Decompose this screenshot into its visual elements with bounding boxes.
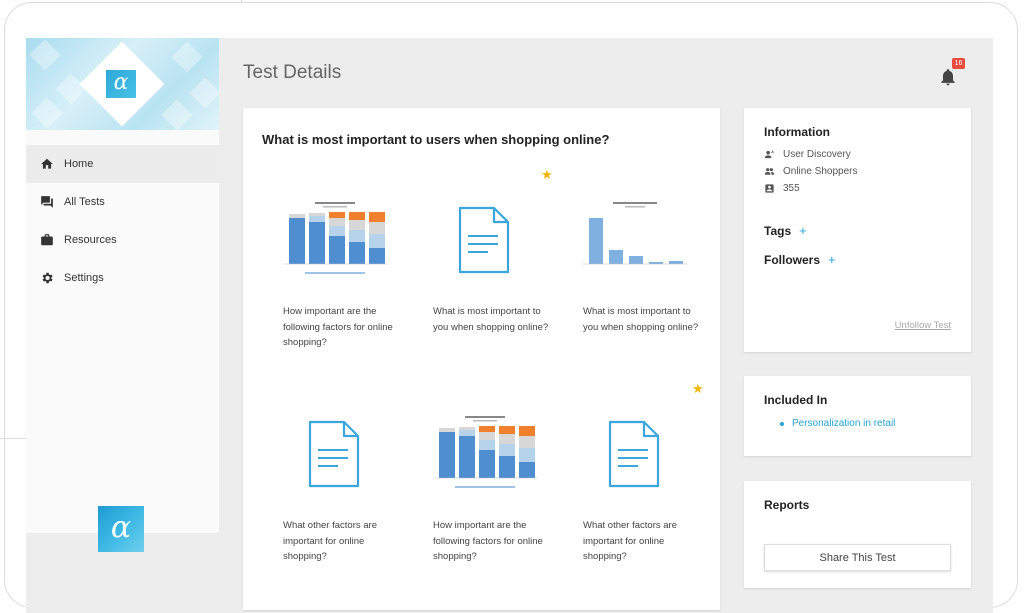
tags-label: Tags (764, 223, 792, 238)
add-follower-icon[interactable]: + (828, 252, 836, 267)
briefcase-icon (41, 234, 53, 246)
document-icon (308, 420, 360, 488)
sidebar-item-label: All Tests (64, 196, 105, 208)
result-tile[interactable]: What other factors are important for onl… (269, 406, 399, 565)
gear-icon (42, 272, 53, 284)
document-icon (458, 206, 510, 274)
sidebar-item-all-tests[interactable]: All Tests (26, 183, 219, 221)
followers-row: Followers + (764, 252, 858, 267)
sidebar-item-label: Settings (64, 272, 104, 284)
sidebar-item-label: Resources (64, 234, 117, 246)
info-row-test-type: User Discovery (764, 146, 858, 163)
app-logo: α (98, 506, 144, 552)
sidebar-item-label: Home (64, 158, 94, 170)
tags-row: Tags + (764, 223, 858, 238)
tile-caption: What is most important to you when shopp… (433, 306, 549, 333)
collection-link[interactable]: Personalization in retail (792, 418, 895, 429)
add-tag-icon[interactable]: + (799, 223, 807, 238)
megaphone-user-icon (764, 150, 774, 159)
bullet-icon (780, 421, 784, 426)
stacked-bar-chart-thumbnail (419, 406, 549, 502)
tile-caption: What other factors are important for onl… (583, 520, 677, 562)
people-icon (764, 168, 775, 175)
app-screen: α Home All Tests Resources Settings α Te… (26, 38, 993, 613)
included-in-panel: Included In Personalization in retail (744, 376, 971, 456)
panel-title: Information (764, 125, 830, 139)
divider (0, 438, 26, 439)
share-test-button[interactable]: Share This Test (764, 544, 951, 571)
sidebar-item-settings[interactable]: Settings (26, 259, 219, 297)
star-icon[interactable]: ★ (541, 168, 553, 181)
notification-badge: 16 (952, 58, 965, 69)
panel-title: Included In (764, 393, 828, 407)
tile-caption: How important are the following factors … (283, 306, 393, 348)
result-tile[interactable]: What other factors are important for onl… (569, 406, 699, 565)
divider (241, 0, 242, 3)
info-row-audience: Online Shoppers (764, 163, 858, 180)
result-tile[interactable]: What is most important to you when shopp… (419, 192, 549, 335)
information-panel: Information User Discovery Online Shoppe… (744, 108, 971, 352)
id-badge-icon (765, 184, 774, 193)
sidebar-item-resources[interactable]: Resources (26, 221, 219, 259)
tile-caption: What is most important to you when shopp… (583, 306, 699, 333)
bell-icon[interactable] (938, 66, 958, 88)
unfollow-test-link[interactable]: Unfollow Test (895, 320, 951, 331)
bar-chart-thumbnail (569, 192, 699, 288)
home-icon (41, 158, 53, 169)
result-tile[interactable]: How important are the following factors … (269, 192, 399, 351)
chat-icon (41, 196, 53, 208)
sidebar-nav: Home All Tests Resources Settings (26, 145, 219, 297)
main-card: What is most important to users when sho… (243, 108, 720, 610)
reports-panel: Reports Share This Test (744, 481, 971, 588)
star-icon[interactable]: ★ (692, 382, 704, 395)
page-title: Test Details (243, 62, 342, 83)
panel-title: Reports (764, 498, 810, 512)
card-question-title: What is most important to users when sho… (262, 132, 610, 147)
followers-label: Followers (764, 252, 821, 267)
sidebar-banner: α (26, 38, 219, 130)
tile-caption: What other factors are important for onl… (283, 520, 377, 562)
banner-logo: α (106, 70, 136, 98)
result-tile[interactable]: What is most important to you when shopp… (569, 192, 699, 335)
list-item: Personalization in retail (764, 418, 895, 429)
document-icon (608, 420, 660, 488)
tile-caption: How important are the following factors … (433, 520, 543, 562)
stacked-bar-chart-thumbnail (269, 192, 399, 288)
result-tile[interactable]: How important are the following factors … (419, 406, 549, 565)
sidebar-item-home[interactable]: Home (26, 145, 219, 183)
sidebar: α Home All Tests Resources Settings α (26, 38, 219, 613)
info-row-respondents: 355 (764, 180, 858, 197)
